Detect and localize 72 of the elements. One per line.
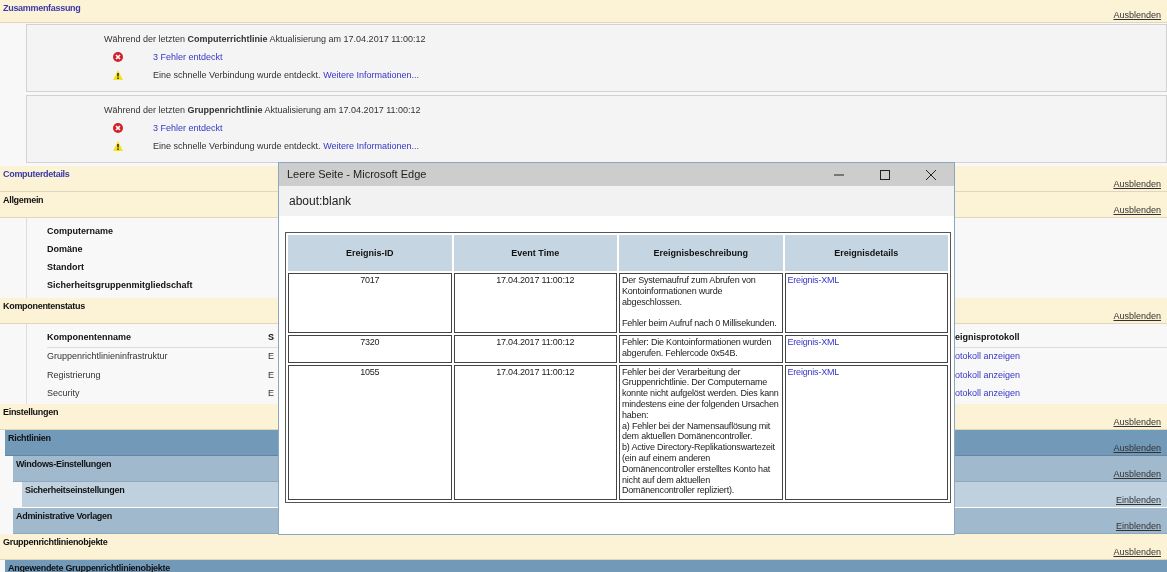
toggle-link[interactable]: Ausblenden xyxy=(1113,205,1167,217)
column-header: Ereignis-ID xyxy=(288,235,452,271)
table-cell: Gruppenrichtlinieninfrastruktur xyxy=(47,351,168,363)
description-cell: Fehler: Die Kontoinformationen wurden abgerufen. Fehlercode 0x54B. xyxy=(619,335,783,363)
section-title: Administrative Vorlagen xyxy=(15,510,112,523)
toggle-link[interactable]: Ausblenden xyxy=(1113,10,1167,22)
toggle-link[interactable]: Einblenden xyxy=(1115,495,1167,507)
update-heading: Während der letzten Gruppenrichtlinie Aktualisierung am 17.04.2017 11:00:12 xyxy=(104,104,421,116)
address-text: about:blank xyxy=(289,193,352,209)
table-cell: 17.04.2017 11:00:12 xyxy=(453,335,617,363)
toggle-link[interactable]: Ausblenden xyxy=(1113,469,1167,481)
description-cell: Der Systemaufruf zum Abrufen von Kontoinformationen wurde abgeschlossen. Fehler beim Aufruf nach 0 Millisekunden. xyxy=(619,273,783,333)
toggle-link[interactable]: Ausblenden xyxy=(1113,417,1167,429)
close-icon xyxy=(926,169,936,180)
table-cell: Security xyxy=(47,388,80,400)
table-cell: Registrierung xyxy=(47,369,101,381)
description-cell: Fehler bei der Verarbeitung der Gruppenrichtlinie. Der Computername konnte nicht aufgelöst werden. Dies kann mindestens eine der folgenden Ursachen haben: a) Fehler bei der Namensauflösung mit dem aktuellen Domänencontroller. b) Active Directory-Replikationswartezeit (ein auf einem anderen Domänencontroller erstelltes Konto hat nicht auf dem aktuellen Domänencontroller repliziert). xyxy=(619,364,783,501)
event-xml-link[interactable]: Ereignis-XML xyxy=(787,275,840,285)
column-header: Komponentenname xyxy=(47,332,131,344)
maximize-icon xyxy=(880,169,890,180)
error-count-link[interactable]: 3 Fehler entdeckt xyxy=(153,122,223,134)
column-header: Ereignisbeschreibung xyxy=(619,235,783,271)
warning-message: Eine schnelle Verbindung wurde entdeckt. Weitere Informationen... xyxy=(153,69,419,81)
event-log-link[interactable]: otokoll anzeigen xyxy=(955,351,1021,363)
table-cell: 17.04.2017 11:00:12 xyxy=(453,273,617,333)
section-title: Zusammenfassung xyxy=(2,2,81,15)
toggle-link[interactable]: Einblenden xyxy=(1115,521,1167,533)
section-title: Gruppenrichtlinienobjekte xyxy=(2,536,108,549)
section-header[interactable]: Zusammenfassung Ausblenden xyxy=(0,0,1167,23)
field-label: Sicherheitsgruppenmitgliedschaft xyxy=(47,279,193,291)
more-info-link[interactable]: Weitere Informationen... xyxy=(323,140,419,151)
section-title: Angewendete Gruppenrichtlinienobjekte xyxy=(7,562,170,572)
toggle-link[interactable]: Ausblenden xyxy=(1113,443,1167,455)
column-header: Ereignisdetails xyxy=(784,235,948,271)
table-cell: 1055 xyxy=(288,364,452,501)
section-title: Sicherheitseinstellungen xyxy=(24,484,125,497)
section-title: Einstellungen xyxy=(2,406,59,419)
toggle-link[interactable]: Ausblenden xyxy=(1113,311,1167,323)
table-cell: 7320 xyxy=(288,335,452,363)
section-title: Windows-Einstellungen xyxy=(15,458,112,471)
toggle-link[interactable]: Ausblenden xyxy=(1113,547,1167,559)
column-header: S xyxy=(268,332,274,344)
event-xml-link[interactable]: Ereignis-XML xyxy=(787,337,840,347)
more-info-link[interactable]: Weitere Informationen... xyxy=(323,69,419,80)
error-icon xyxy=(113,52,123,62)
error-icon xyxy=(113,123,123,133)
column-header: eignisprotokoll xyxy=(955,332,1020,344)
warning-icon xyxy=(113,141,123,151)
event-log-link[interactable]: otokoll anzeigen xyxy=(955,369,1021,381)
field-label: Standort xyxy=(47,261,84,273)
section-title: Allgemein xyxy=(2,194,44,207)
column-header: Event Time xyxy=(453,235,617,271)
event-xml-link[interactable]: Ereignis-XML xyxy=(787,366,840,377)
table-cell: E xyxy=(268,369,274,381)
field-label: Domäne xyxy=(47,244,83,255)
event-log-link[interactable]: otokoll anzeigen xyxy=(955,388,1021,400)
window-title: Leere Seite - Microsoft Edge xyxy=(287,167,427,182)
toggle-link[interactable]: Ausblenden xyxy=(1113,179,1167,191)
warning-message: Eine schnelle Verbindung wurde entdeckt. Weitere Informationen... xyxy=(153,140,419,152)
table-cell: E xyxy=(268,351,274,363)
section-title: Komponentenstatus xyxy=(2,300,85,313)
field-label: Computername xyxy=(47,226,113,238)
table-cell: 7017 xyxy=(288,273,452,333)
section-header[interactable]: Gruppenrichtlinienobjekte Ausblenden xyxy=(0,534,1167,560)
table-cell: 17.04.2017 11:00:12 xyxy=(453,364,617,501)
section-title: Richtlinien xyxy=(7,432,51,445)
section-header[interactable]: Angewendete Gruppenrichtlinienobjekte xyxy=(5,560,1167,572)
table-cell: E xyxy=(268,388,274,400)
warning-icon xyxy=(113,70,123,80)
update-heading: Während der letzten Computerrichtlinie Aktualisierung am 17.04.2017 11:00:12 xyxy=(104,33,426,45)
error-count-link[interactable]: 3 Fehler entdeckt xyxy=(153,51,223,63)
section-title: Computerdetails xyxy=(2,168,70,181)
